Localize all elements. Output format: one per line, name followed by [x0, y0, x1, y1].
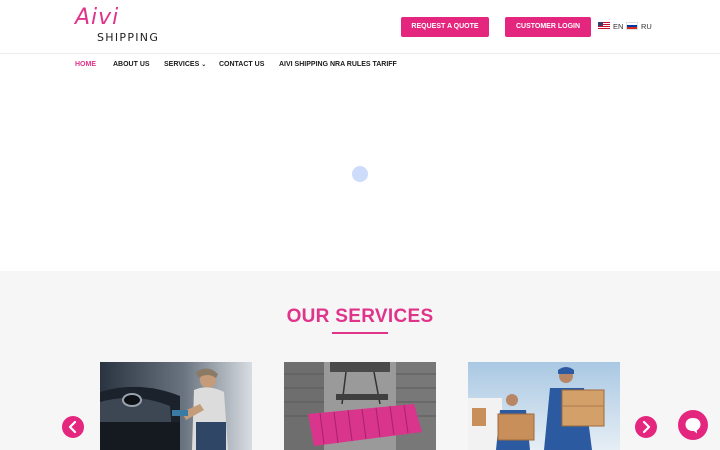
nav-item-services[interactable]: SERVICES ⌄ — [164, 61, 206, 68]
logo[interactable]: Aivi SHIPPING — [75, 5, 165, 44]
chat-bubble-icon — [685, 418, 701, 434]
logo-tagline: SHIPPING — [97, 31, 160, 44]
page: Aivi SHIPPING REQUEST A QUOTE CUSTOMER L… — [0, 0, 720, 450]
nav-item-services-label: SERVICES — [164, 61, 200, 68]
language-ru-label: RU — [641, 22, 652, 31]
site-header: Aivi SHIPPING REQUEST A QUOTE CUSTOMER L… — [0, 0, 720, 54]
language-ru[interactable]: RU — [626, 22, 652, 32]
customer-login-button[interactable]: CUSTOMER LOGIN — [505, 17, 591, 37]
ru-flag-icon — [626, 22, 638, 30]
logo-brand: Aivi — [75, 5, 120, 30]
service-card-car[interactable] — [100, 362, 252, 450]
language-en-label: EN — [613, 22, 624, 31]
request-quote-button[interactable]: REQUEST A QUOTE — [401, 17, 489, 37]
us-flag-icon — [598, 22, 610, 30]
services-section: OUR SERVICES — [0, 271, 720, 450]
chevron-right-icon — [642, 420, 651, 434]
language-en[interactable]: EN — [598, 22, 623, 32]
nav-item-contact-us[interactable]: CONTACT US — [219, 61, 264, 68]
car-shipping-image — [100, 362, 252, 450]
main-nav: HOME ABOUT US SERVICES ⌄ CONTACT US AIVI … — [0, 55, 720, 77]
container-shipping-image — [284, 362, 436, 450]
loading-spinner-icon — [352, 166, 368, 182]
chat-widget-button[interactable] — [678, 410, 708, 440]
carousel-prev-button[interactable] — [62, 416, 84, 438]
nav-item-about-us[interactable]: ABOUT US — [113, 61, 150, 68]
title-underline — [332, 332, 388, 334]
moving-boxes-image — [468, 362, 620, 450]
nav-item-home[interactable]: HOME — [75, 61, 96, 68]
hero-loading-area — [0, 78, 720, 271]
nav-item-nra-rules-tariff[interactable]: AIVI SHIPPING NRA RULES TARIFF — [279, 61, 397, 68]
chevron-left-icon — [68, 420, 77, 434]
service-card-container[interactable] — [284, 362, 436, 450]
carousel-next-button[interactable] — [635, 416, 657, 438]
service-card-moving[interactable] — [468, 362, 620, 450]
chevron-down-icon: ⌄ — [201, 62, 207, 68]
services-title: OUR SERVICES — [286, 306, 434, 327]
